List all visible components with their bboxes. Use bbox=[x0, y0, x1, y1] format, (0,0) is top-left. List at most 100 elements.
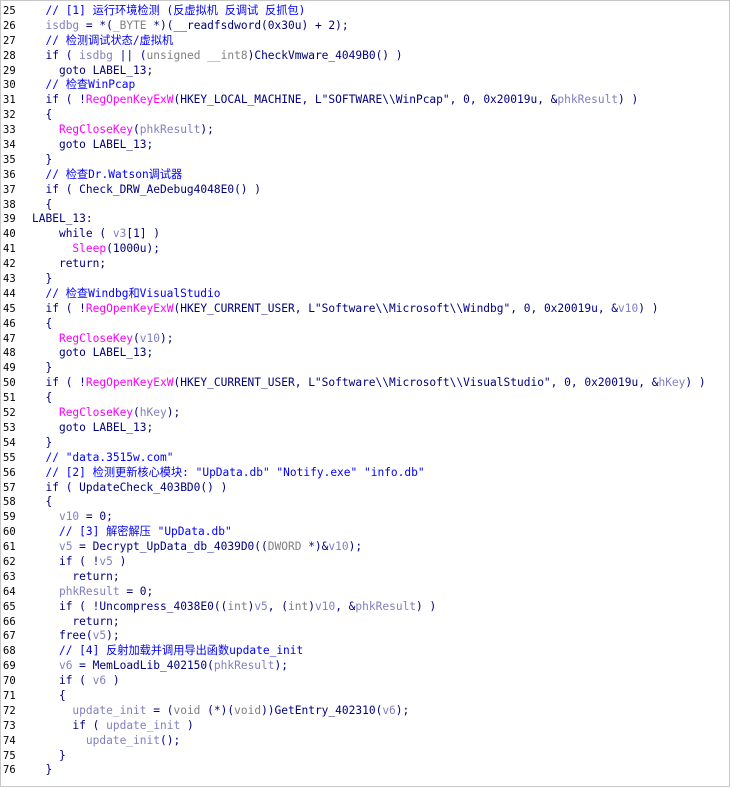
variable-token[interactable]: isdbg bbox=[79, 49, 113, 62]
code-line[interactable]: 34 goto LABEL_13; bbox=[1, 138, 729, 153]
code-line[interactable]: 25 // [1] 运行环境检测 (反虚拟机 反调试 反抓包) bbox=[1, 4, 729, 19]
code-line[interactable]: 73 if ( update_init ) bbox=[1, 719, 729, 734]
code-line[interactable]: 75 } bbox=[1, 749, 729, 764]
code-line[interactable]: 45 if ( !RegOpenKeyExW(HKEY_CURRENT_USER… bbox=[1, 302, 729, 317]
code-line[interactable]: 32 { bbox=[1, 108, 729, 123]
code-line[interactable]: 26 isdbg = *(_BYTE *)(__readfsdword(0x30… bbox=[1, 19, 729, 34]
code-line[interactable]: 53 goto LABEL_13; bbox=[1, 421, 729, 436]
code-line[interactable]: 66 return; bbox=[1, 615, 729, 630]
code-line[interactable]: 47 RegCloseKey(v10); bbox=[1, 332, 729, 347]
code-line[interactable]: 69 v6 = MemLoadLib_402150(phkResult); bbox=[1, 659, 729, 674]
variable-token[interactable]: v6 bbox=[382, 704, 395, 717]
api-token[interactable]: RegCloseKey bbox=[59, 123, 133, 136]
variable-token[interactable]: hKey bbox=[140, 406, 167, 419]
variable-token[interactable]: isdbg bbox=[45, 19, 79, 32]
variable-token[interactable]: hKey bbox=[658, 376, 685, 389]
variable-token[interactable]: v10 bbox=[140, 332, 160, 345]
code-line[interactable]: 72 update_init = (void (*)(void))GetEntr… bbox=[1, 704, 729, 719]
code-line[interactable]: 70 if ( v6 ) bbox=[1, 674, 729, 689]
api-token[interactable]: RegOpenKeyExW bbox=[86, 302, 174, 315]
code-line[interactable]: 67 free(v5); bbox=[1, 629, 729, 644]
code-line[interactable]: 61 v5 = Decrypt_UpData_db_4039D0((DWORD … bbox=[1, 540, 729, 555]
code-line[interactable]: 71 { bbox=[1, 689, 729, 704]
code-line[interactable]: 44 // 检查Windbg和VisualStudio bbox=[1, 287, 729, 302]
variable-token[interactable]: update_init bbox=[86, 734, 160, 747]
variable-token[interactable]: v5 bbox=[59, 540, 72, 553]
code-line[interactable]: 50 if ( !RegOpenKeyExW(HKEY_CURRENT_USER… bbox=[1, 376, 729, 391]
code-text: return; bbox=[32, 570, 119, 585]
code-text: if ( !RegOpenKeyExW(HKEY_LOCAL_MACHINE, … bbox=[32, 93, 638, 108]
code-line[interactable]: 55 // "data.3515w.com" bbox=[1, 451, 729, 466]
line-number: 44 bbox=[3, 287, 16, 300]
code-line[interactable]: 56 // [2] 检测更新核心模块: "UpData.db" "Notify.… bbox=[1, 466, 729, 481]
code-line[interactable]: 49 } bbox=[1, 361, 729, 376]
code-token: goto LABEL_13; bbox=[58, 346, 154, 360]
code-line[interactable]: 30 // 检查WinPcap bbox=[1, 78, 729, 93]
code-line[interactable]: 59 v10 = 0; bbox=[1, 510, 729, 525]
variable-token[interactable]: v6 bbox=[59, 659, 72, 672]
code-line[interactable]: 51 { bbox=[1, 391, 729, 406]
variable-token[interactable]: v5 bbox=[99, 555, 112, 568]
code-token: (1000u); bbox=[106, 242, 160, 256]
variable-token[interactable]: phkResult bbox=[355, 600, 416, 613]
code-line[interactable]: 57 if ( UpdateCheck_403BD0() ) bbox=[1, 481, 729, 496]
code-line[interactable]: 37 if ( Check_DRW_AeDebug4048E0() ) bbox=[1, 183, 729, 198]
code-line[interactable]: 63 return; bbox=[1, 570, 729, 585]
variable-token[interactable]: phkResult bbox=[214, 659, 275, 672]
code-line[interactable]: 27 // 检测调试状态/虚拟机 bbox=[1, 34, 729, 49]
code-line[interactable]: 60 // [3] 解密解压 "UpData.db" bbox=[1, 525, 729, 540]
variable-token[interactable]: v5 bbox=[254, 600, 267, 613]
comment-token: // [2] 检测更新核心模块: "UpData.db" "Notify.exe… bbox=[45, 465, 425, 479]
code-line[interactable]: 35 } bbox=[1, 153, 729, 168]
code-line[interactable]: 58 { bbox=[1, 495, 729, 510]
variable-token[interactable]: v10 bbox=[59, 510, 79, 523]
line-number: 69 bbox=[3, 660, 16, 673]
code-line[interactable]: 52 RegCloseKey(hKey); bbox=[1, 406, 729, 421]
code-line[interactable]: 39 LABEL_13: bbox=[1, 212, 729, 227]
code-line[interactable]: 38 { bbox=[1, 198, 729, 213]
code-line[interactable]: 65 if ( !Uncompress_4038E0((int)v5, (int… bbox=[1, 600, 729, 615]
code-line[interactable]: 68 // [4] 反射加载并调用导出函数update_init bbox=[1, 644, 729, 659]
code-line[interactable]: 54 } bbox=[1, 436, 729, 451]
code-line[interactable]: 41 Sleep(1000u); bbox=[1, 242, 729, 257]
api-token[interactable]: RegOpenKeyExW bbox=[86, 93, 174, 106]
variable-token[interactable]: phkResult bbox=[59, 585, 120, 598]
code-line[interactable]: 40 while ( v3[1] ) bbox=[1, 227, 729, 242]
api-token[interactable]: RegCloseKey bbox=[59, 406, 133, 419]
variable-token[interactable]: phkResult bbox=[557, 93, 618, 106]
api-token[interactable]: Sleep bbox=[72, 242, 106, 255]
code-line[interactable]: 43 } bbox=[1, 272, 729, 287]
code-line[interactable]: 62 if ( !v5 ) bbox=[1, 555, 729, 570]
api-token[interactable]: RegOpenKeyExW bbox=[86, 376, 174, 389]
code-line[interactable]: 48 goto LABEL_13; bbox=[1, 346, 729, 361]
code-line[interactable]: 31 if ( !RegOpenKeyExW(HKEY_LOCAL_MACHIN… bbox=[1, 93, 729, 108]
api-token[interactable]: RegCloseKey bbox=[59, 332, 133, 345]
code-line[interactable]: 42 return; bbox=[1, 257, 729, 272]
code-line[interactable]: 36 // 检查Dr.Watson调试器 bbox=[1, 168, 729, 183]
variable-token[interactable]: v10 bbox=[328, 540, 348, 553]
variable-token[interactable]: update_init bbox=[106, 719, 180, 732]
code-line[interactable]: 76 } bbox=[1, 763, 729, 778]
variable-token[interactable]: v10 bbox=[618, 302, 638, 315]
variable-token[interactable]: v10 bbox=[315, 600, 335, 613]
code-line[interactable]: 46 { bbox=[1, 317, 729, 332]
code-line[interactable]: 29 goto LABEL_13; bbox=[1, 64, 729, 79]
variable-token[interactable]: v3 bbox=[113, 227, 126, 240]
variable-token[interactable]: update_init bbox=[72, 704, 146, 717]
code-token: } bbox=[45, 361, 53, 375]
variable-token[interactable]: v6 bbox=[93, 674, 106, 687]
code-line[interactable]: 28 if ( isdbg || (unsigned __int8)CheckV… bbox=[1, 49, 729, 64]
code-line[interactable]: 74 update_init(); bbox=[1, 734, 729, 749]
code-line[interactable]: 33 RegCloseKey(phkResult); bbox=[1, 123, 729, 138]
pseudocode-view[interactable]: 25 // [1] 运行环境检测 (反虚拟机 反调试 反抓包) 26 isdbg … bbox=[0, 0, 730, 787]
variable-token[interactable]: phkResult bbox=[140, 123, 201, 136]
comment-token: // [1] 运行环境检测 (反虚拟机 反调试 反抓包) bbox=[45, 4, 306, 17]
variable-token[interactable]: v5 bbox=[93, 629, 106, 642]
code-line[interactable]: 64 phkResult = 0; bbox=[1, 585, 729, 600]
